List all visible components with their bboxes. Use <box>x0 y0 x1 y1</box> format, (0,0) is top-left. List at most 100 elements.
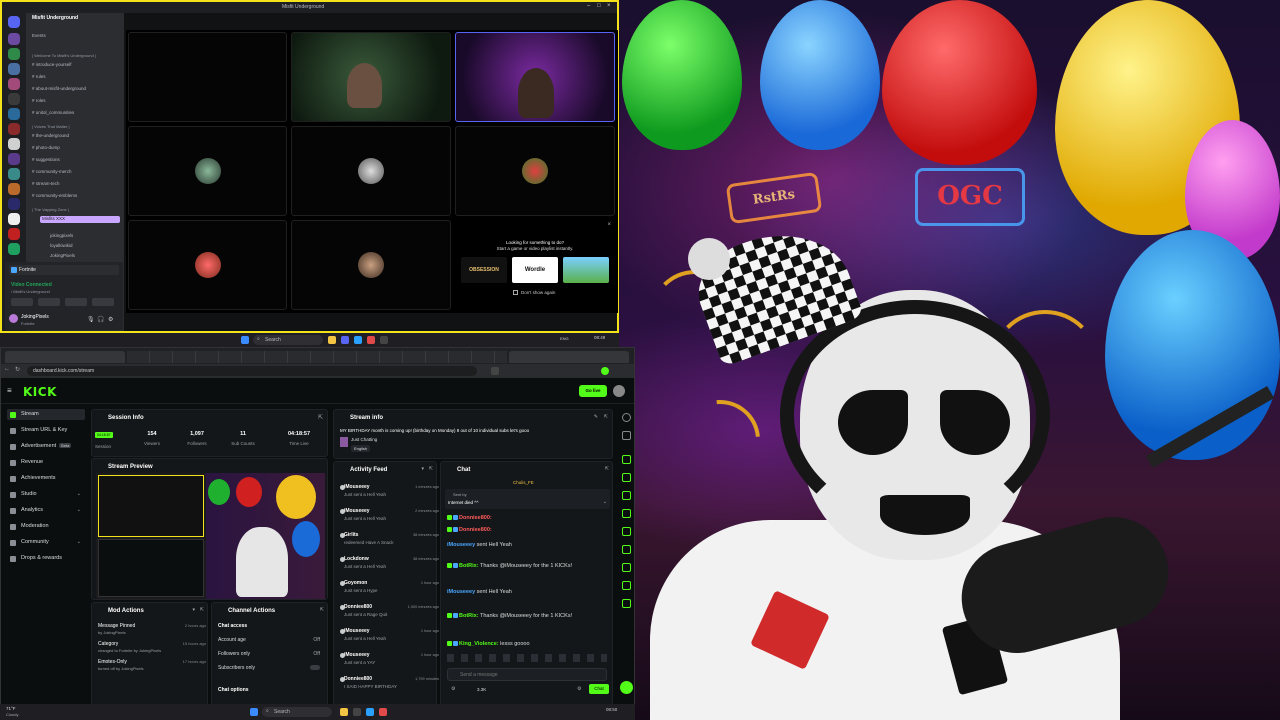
channel-item[interactable]: # the-underground <box>32 133 122 140</box>
server-icon[interactable] <box>8 123 20 135</box>
taskbar-app-icon[interactable] <box>379 708 387 716</box>
chat-input[interactable] <box>447 668 607 681</box>
server-icon[interactable] <box>8 183 20 195</box>
discord-home-icon[interactable] <box>8 16 20 28</box>
taskbar-app-icon[interactable] <box>341 336 349 344</box>
server-icon[interactable] <box>8 198 20 210</box>
nav-stream[interactable]: Stream <box>7 409 85 420</box>
profile-avatar[interactable] <box>601 367 609 375</box>
emote-bar[interactable] <box>447 654 607 662</box>
server-name[interactable]: Misfit Underground <box>32 15 122 22</box>
quick-action-icon[interactable] <box>622 599 631 608</box>
back-icon[interactable]: ← <box>4 366 10 372</box>
send-chat-button[interactable]: Chat <box>589 684 609 694</box>
user-avatar[interactable] <box>9 314 18 323</box>
taskbar-app-icon[interactable] <box>328 336 336 344</box>
nav-studio[interactable]: Studio ⌄ <box>7 489 85 500</box>
server-icon[interactable] <box>8 93 20 105</box>
maximize-icon[interactable]: □ <box>597 3 604 10</box>
server-icon[interactable] <box>8 138 20 150</box>
nav-moderation[interactable]: Moderation <box>7 521 85 532</box>
go-live-button[interactable]: Go live <box>579 385 607 397</box>
chat-settings-icon[interactable]: ⚙ <box>451 686 455 692</box>
windows-start-icon[interactable] <box>250 708 258 716</box>
video-tile-webcam[interactable] <box>455 32 615 122</box>
channel-item[interactable]: # unitol_communities <box>32 110 122 117</box>
taskbar-search[interactable]: ⌕ Search <box>253 335 323 345</box>
quick-action-icon[interactable] <box>622 473 631 482</box>
nav-drops-rewards[interactable]: Drops & rewards <box>7 553 85 564</box>
video-tile[interactable] <box>291 220 451 310</box>
events-item[interactable]: Events <box>32 33 122 40</box>
channel-item[interactable]: # roles <box>32 98 122 105</box>
quick-action-icon[interactable] <box>622 545 631 554</box>
clock[interactable]: 08:50 <box>606 707 617 712</box>
popout-icon[interactable]: ⇱ <box>318 414 323 421</box>
channel-item[interactable]: # introduce-yourself <box>32 62 122 69</box>
kick-logo[interactable]: KICK <box>23 385 57 399</box>
reload-icon[interactable]: ↻ <box>15 366 20 373</box>
info-icon[interactable] <box>622 413 631 422</box>
nav-advertisement[interactable]: Advertisement Beta <box>7 441 85 452</box>
popout-icon[interactable]: ⇱ <box>605 466 609 472</box>
soundboard-button[interactable] <box>92 298 114 306</box>
video-tile-webcam[interactable] <box>291 32 451 122</box>
edit-icon[interactable]: ✎ <box>594 414 598 420</box>
taskbar-app-icon[interactable] <box>366 708 374 716</box>
subscribers-only-toggle[interactable] <box>310 665 320 670</box>
channel-category[interactable]: | Welcome To Misfit's Underground | <box>32 53 122 60</box>
extensions-icon[interactable] <box>491 367 499 375</box>
server-icon[interactable] <box>8 243 20 255</box>
video-tile[interactable] <box>455 126 615 216</box>
settings-icon[interactable]: ⚙ <box>577 686 581 692</box>
pinned-message[interactable]: Sent by Internet died ^^ ⌄ <box>445 489 610 509</box>
video-tile[interactable] <box>128 126 287 216</box>
taskbar-search[interactable]: ⌕ Search <box>262 707 332 717</box>
add-action-button[interactable] <box>620 681 633 694</box>
edit-icon[interactable] <box>622 431 631 440</box>
user-menu-avatar[interactable] <box>613 385 625 397</box>
screenshare-button[interactable] <box>38 298 60 306</box>
game-activity[interactable]: Fortnite <box>9 265 119 275</box>
server-icon[interactable] <box>8 33 20 45</box>
popout-icon[interactable]: ⇱ <box>429 466 433 472</box>
weather-temp[interactable]: 71°F <box>6 706 16 711</box>
server-icon[interactable] <box>8 63 20 75</box>
menu-icon[interactable]: ≡ <box>7 386 12 395</box>
chevron-down-icon[interactable]: ⌄ <box>603 499 607 505</box>
stream-preview-video[interactable] <box>96 473 325 599</box>
nav-achievements[interactable]: Achievements <box>7 473 85 484</box>
server-icon[interactable] <box>8 48 20 60</box>
server-icon[interactable] <box>8 213 20 225</box>
filter-icon[interactable]: ▾ <box>192 607 195 613</box>
nav-stream-url-key[interactable]: Stream URL & Key <box>7 425 85 436</box>
minimize-icon[interactable]: – <box>587 3 594 10</box>
game-card-obsession[interactable]: OBSESSION <box>461 257 507 283</box>
channel-item[interactable]: # about-misfit-underground <box>32 86 122 93</box>
activity-button[interactable] <box>65 298 87 306</box>
channel-item[interactable]: # rules <box>32 74 122 81</box>
deafen-icon[interactable]: 🎧 <box>97 316 104 323</box>
quick-action-icon[interactable] <box>622 563 631 572</box>
taskbar-app-icon[interactable] <box>354 336 362 344</box>
server-icon[interactable] <box>8 108 20 120</box>
nav-community[interactable]: Community ⌄ <box>7 537 85 548</box>
quick-action-icon[interactable] <box>622 581 631 590</box>
taskbar-app-icon[interactable] <box>353 708 361 716</box>
filter-icon[interactable]: ▾ <box>421 466 424 472</box>
channel-category[interactable]: | Voices That Matter | <box>32 124 122 131</box>
channel-item[interactable]: # photo-dump <box>32 145 122 152</box>
voice-channel[interactable]: / Misfit's Underground <box>11 289 50 294</box>
server-icon[interactable] <box>8 78 20 90</box>
dont-show-checkbox[interactable] <box>513 290 518 295</box>
subscribers-only-row[interactable]: Subscribers only <box>218 665 324 671</box>
nav-analytics[interactable]: Analytics ⌄ <box>7 505 85 516</box>
clock[interactable]: 08:49 <box>594 335 605 340</box>
close-icon[interactable]: × <box>607 3 614 10</box>
server-icon[interactable] <box>8 168 20 180</box>
taskbar-app-icon[interactable] <box>367 336 375 344</box>
channel-category[interactable]: | The Vapping Zone | <box>32 207 122 214</box>
quick-action-icon[interactable] <box>622 527 631 536</box>
game-card-wordle[interactable]: Wordle <box>512 257 558 283</box>
followers-only-row[interactable]: Followers only Off <box>218 651 324 657</box>
